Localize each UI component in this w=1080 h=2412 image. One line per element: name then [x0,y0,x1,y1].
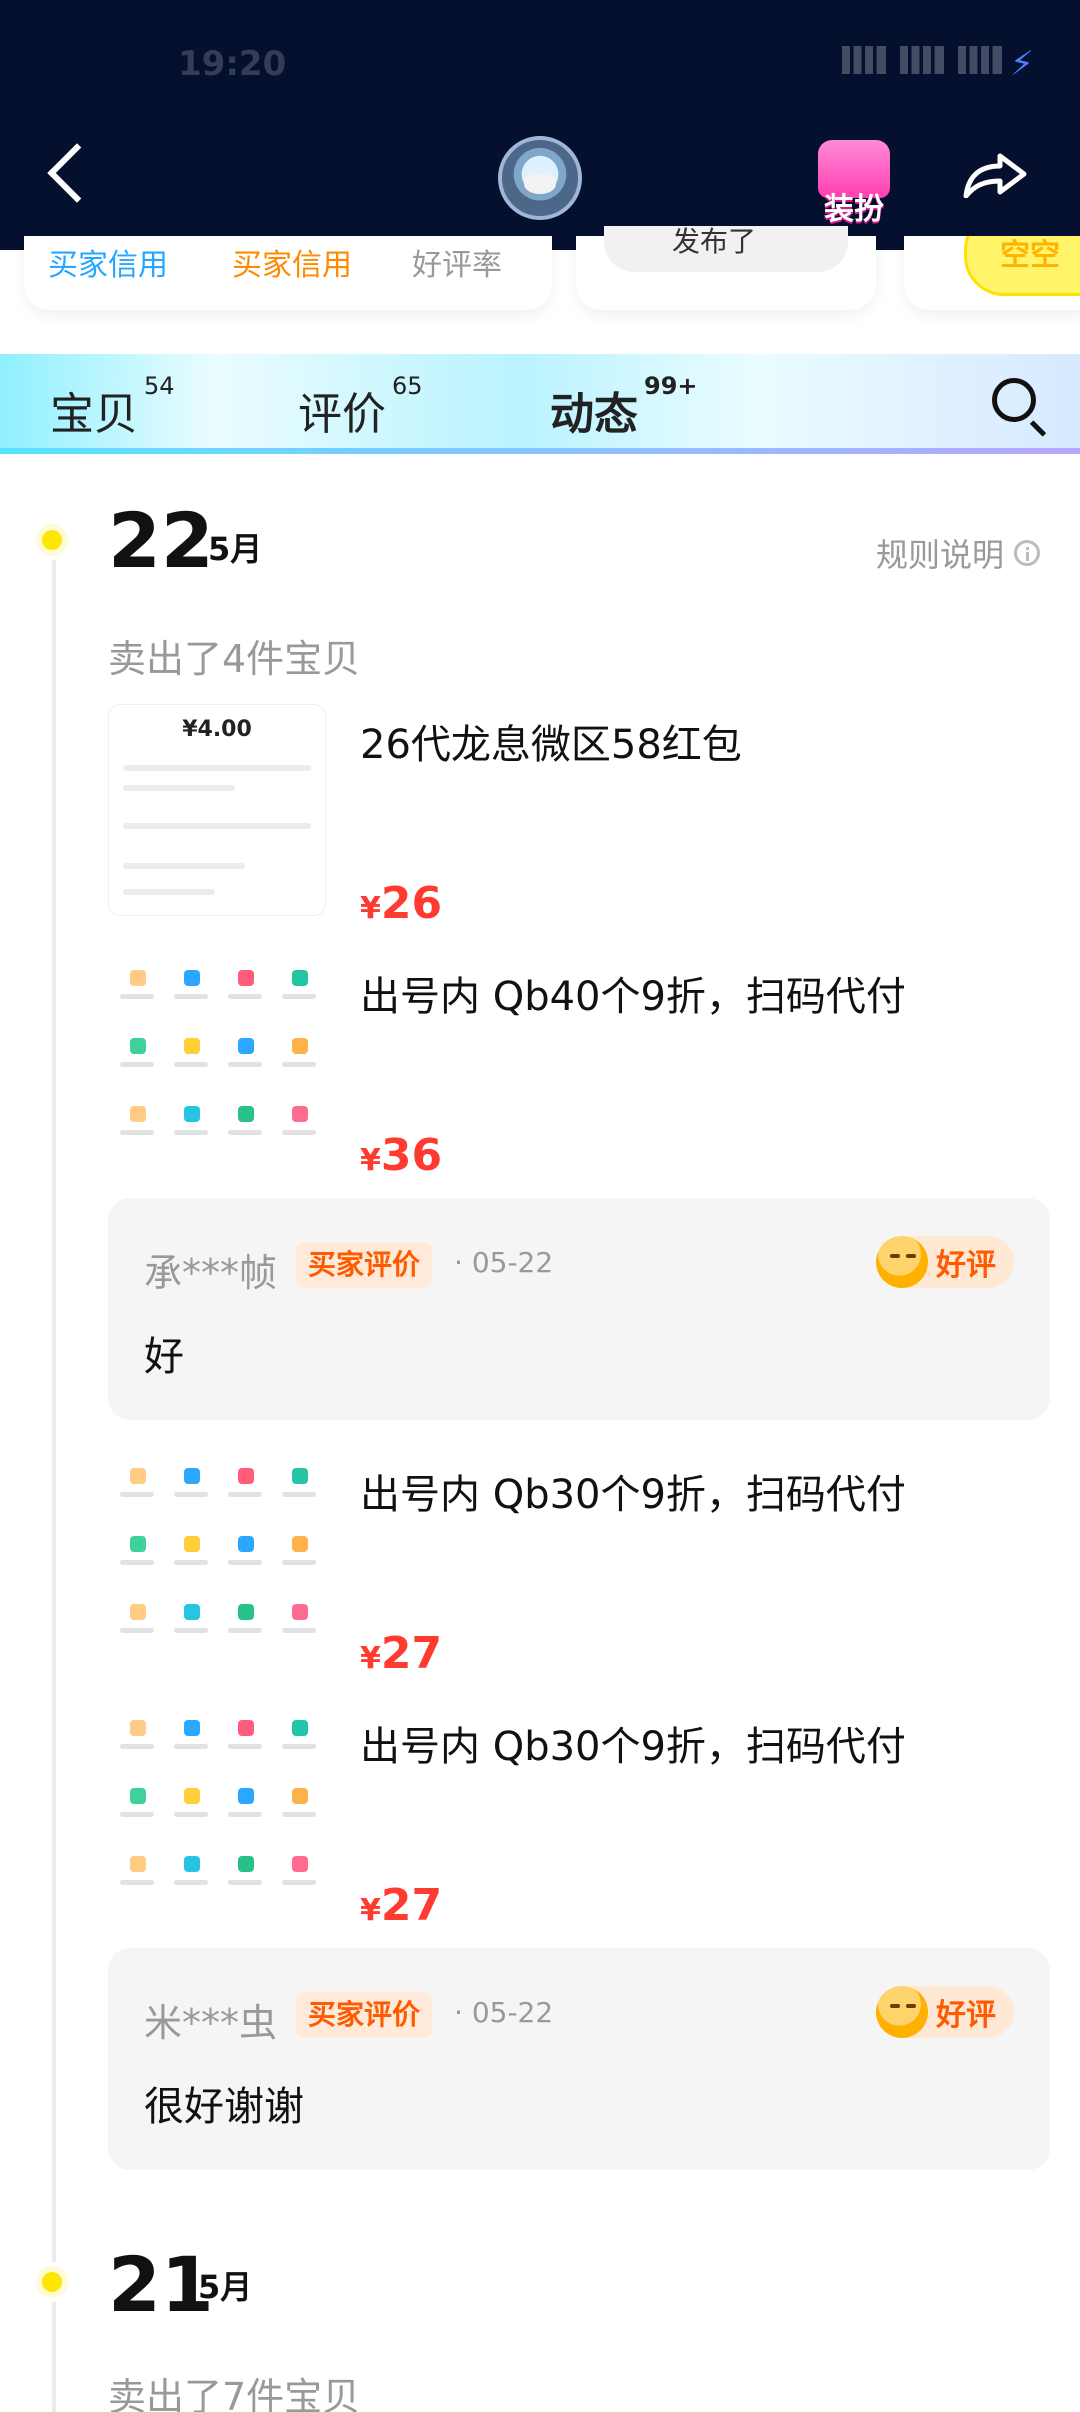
published-label: 发布了 [672,225,757,258]
good-rating-badge: 好评 [876,1986,1014,2038]
signal-icon [900,46,944,74]
date-month: 5月 [198,2268,253,2306]
date-month: 5月 [208,530,263,568]
sold-count: 卖出了4件宝贝 [108,637,361,681]
review-date: · 05-22 [454,1996,554,2029]
tab-count: 54 [144,372,175,400]
item-price: ¥36 [360,1130,443,1181]
list-item[interactable]: ¥4.00 26代龙息微区58红包 ¥26 [108,704,1048,929]
tab-reviews[interactable]: 评价65 [298,372,423,442]
credit-card[interactable]: 买家信用 买家信用 好评率 [24,236,552,310]
tab-items[interactable]: 宝贝54 [50,372,175,442]
dress-up-label: 装扮 [824,192,884,227]
list-item[interactable]: 出号内 Qb30个9折，扫码代付 ¥27 [108,1706,1048,1931]
signal-icon [842,46,886,74]
item-thumbnail [108,956,324,1166]
review-content: 好 [144,1334,184,1380]
item-title: 26代龙息微区58红包 [360,722,742,768]
tab-count: 65 [392,372,423,400]
item-thumbnail [108,1454,324,1664]
review-card[interactable]: 承***帧 买家评价 · 05-22 好评 好 [108,1198,1050,1420]
signal-icon [958,46,1002,74]
tab-activity[interactable]: 动态99+ [550,372,698,442]
item-thumbnail [108,1706,324,1916]
tab-bar: 宝贝54 评价65 动态99+ [0,354,1080,454]
review-user: 承***帧 [144,1251,278,1295]
date-day: 22 [108,496,214,585]
buyer-review-badge: 买家评价 [296,1242,433,1288]
timeline-line [52,536,56,2412]
sold-count: 卖出了7件宝贝 [108,2375,361,2412]
published-card[interactable]: 发布了 [576,225,876,310]
info-icon [1014,540,1040,566]
tab-label: 动态 [550,389,638,440]
good-rating-label: 好评 [936,1998,996,2033]
smile-icon [876,1986,928,2038]
item-thumbnail: ¥4.00 [108,704,326,916]
space-card-text: 空空 [1000,238,1060,273]
space-card[interactable]: 空空 [904,236,1080,310]
status-icons [842,46,1002,74]
list-item[interactable]: 出号内 Qb40个9折，扫码代付 ¥36 [108,956,1048,1181]
charging-icon: ⚡ [1010,44,1034,84]
review-content: 很好谢谢 [144,2084,304,2130]
receipt-amount: ¥4.00 [182,717,252,742]
good-rating-badge: 好评 [876,1236,1014,1288]
good-rating-label: 好评 [936,1248,996,1283]
smile-icon [876,1236,928,1288]
tab-label: 宝贝 [50,389,138,440]
timeline-dot-icon [32,2262,72,2302]
buyer-credit-label-2: 买家信用 [232,248,352,283]
review-user: 米***虫 [144,2001,278,2045]
item-price: ¥27 [360,1880,443,1931]
status-time: 19:20 [178,44,287,84]
dress-up-button[interactable]: 装扮 [812,136,896,227]
item-title: 出号内 Qb40个9折，扫码代付 [360,974,906,1020]
timeline-dot-icon [32,520,72,560]
list-item[interactable]: 出号内 Qb30个9折，扫码代付 ¥27 [108,1454,1048,1679]
activity-timeline: 22 5月 规则说明 卖出了4件宝贝 ¥4.00 26代龙息微区58红包 ¥26 [0,454,1080,2412]
rules-link[interactable]: 规则说明 [876,530,1040,576]
item-price: ¥27 [360,1628,443,1679]
item-title: 出号内 Qb30个9折，扫码代付 [360,1724,906,1770]
rules-label: 规则说明 [875,536,1004,574]
buyer-review-badge: 买家评价 [296,1992,433,2038]
avatar[interactable] [498,136,582,220]
buyer-credit-label: 买家信用 [48,248,168,283]
back-icon[interactable] [47,143,107,203]
review-date: · 05-22 [454,1246,554,1279]
review-card[interactable]: 米***虫 买家评价 · 05-22 好评 很好谢谢 [108,1948,1050,2170]
share-icon[interactable] [962,150,1028,198]
item-price: ¥26 [360,878,443,929]
screen: 19:20 ⚡ 装扮 买家信用 买家信用 好评率 发布了 空空 宝贝54 评价6… [0,0,1080,2412]
tab-label: 评价 [298,389,386,440]
tab-count: 99+ [644,372,698,400]
good-rate-label: 好评率 [412,248,502,283]
search-icon[interactable] [992,378,1036,422]
top-bar: 19:20 ⚡ 装扮 [0,0,1080,250]
item-title: 出号内 Qb30个9折，扫码代付 [360,1472,906,1518]
